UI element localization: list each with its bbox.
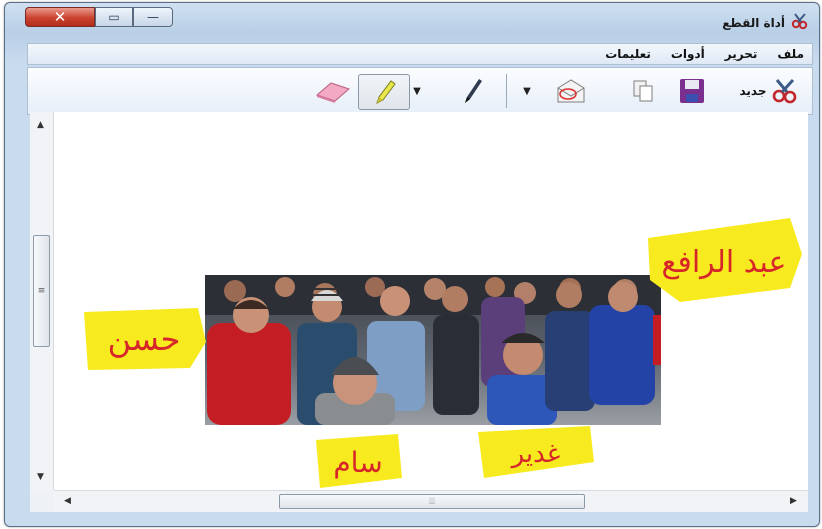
- handwritten-text: عبد الرافع: [662, 245, 787, 280]
- scissors-icon: [772, 78, 796, 104]
- highlight-mark: عبد الرافع: [648, 218, 802, 302]
- pen-button[interactable]: [456, 68, 490, 114]
- pen-icon: [465, 79, 482, 103]
- highlight-mark: سام: [316, 434, 402, 488]
- highlight-mark: حسن: [84, 308, 206, 370]
- horizontal-scrollbar[interactable]: ◀ ⦙⦙⦙ ▶: [54, 490, 808, 512]
- maximize-button[interactable]: ▭: [95, 7, 133, 27]
- scroll-right-arrow-icon[interactable]: ▶: [790, 496, 797, 506]
- handwritten-text: غدير: [510, 439, 561, 469]
- name-annotation-hassan: حسن: [80, 302, 210, 374]
- floppy-disk-icon: [680, 79, 704, 103]
- toolbar: ▼ ▼ جديد: [27, 67, 813, 115]
- snip-mode-dropdown-chevron-down-icon[interactable]: ▼: [520, 68, 534, 114]
- highlight-mark: غدير: [478, 426, 594, 478]
- toolbar-separator: [506, 74, 507, 108]
- menu-help[interactable]: تعليمات: [605, 47, 651, 61]
- save-button[interactable]: [672, 68, 712, 114]
- new-snip-label: جديد: [739, 84, 767, 98]
- scroll-corner: [30, 490, 54, 512]
- highlighter-button[interactable]: [358, 74, 410, 110]
- close-button[interactable]: ✕: [25, 7, 95, 27]
- name-annotation-sam: سام: [312, 430, 404, 492]
- menu-tools[interactable]: أدوات: [671, 47, 705, 61]
- caption-buttons: ✕ ▭ —: [25, 7, 173, 27]
- eraser-icon: [316, 82, 350, 103]
- scroll-down-arrow-icon[interactable]: ▼: [37, 472, 44, 482]
- scissors-icon: [791, 12, 809, 33]
- menu-edit[interactable]: تحرير: [725, 47, 758, 61]
- send-snip-button[interactable]: [550, 68, 592, 114]
- handwritten-text: سام: [333, 446, 382, 479]
- name-annotation-abdul-rafi: عبد الرافع: [640, 208, 810, 306]
- copy-icon: [633, 80, 653, 102]
- children-photo: [205, 275, 661, 425]
- highlighter-dropdown-chevron-down-icon[interactable]: ▼: [410, 68, 424, 114]
- vertical-scroll-thumb[interactable]: ≡: [33, 235, 50, 347]
- menu-file[interactable]: ملف: [777, 47, 804, 61]
- grip-icon: ≡: [37, 286, 46, 296]
- minimize-button[interactable]: —: [133, 7, 173, 27]
- envelope-icon: [557, 79, 585, 103]
- scroll-left-arrow-icon[interactable]: ◀: [64, 496, 71, 506]
- menu-bar: ملف تحرير أدوات تعليمات: [27, 43, 813, 65]
- new-snip-button[interactable]: جديد: [726, 68, 812, 114]
- horizontal-scroll-thumb[interactable]: ⦙⦙⦙: [279, 494, 585, 509]
- handwritten-text: حسن: [108, 320, 181, 358]
- vertical-scrollbar[interactable]: ▲ ≡ ▼: [30, 112, 54, 490]
- grip-icon: ⦙⦙⦙: [428, 496, 436, 507]
- scroll-up-arrow-icon[interactable]: ▲: [37, 120, 44, 130]
- app-title: أداة القطع: [722, 12, 809, 33]
- copy-button[interactable]: [626, 68, 660, 114]
- highlighter-icon: [376, 80, 396, 104]
- app-title-text: أداة القطع: [722, 15, 785, 30]
- eraser-button[interactable]: [310, 68, 356, 114]
- name-annotation-ghadeer: غدير: [474, 424, 598, 482]
- title-bar: ✕ ▭ — أداة القطع: [5, 3, 819, 39]
